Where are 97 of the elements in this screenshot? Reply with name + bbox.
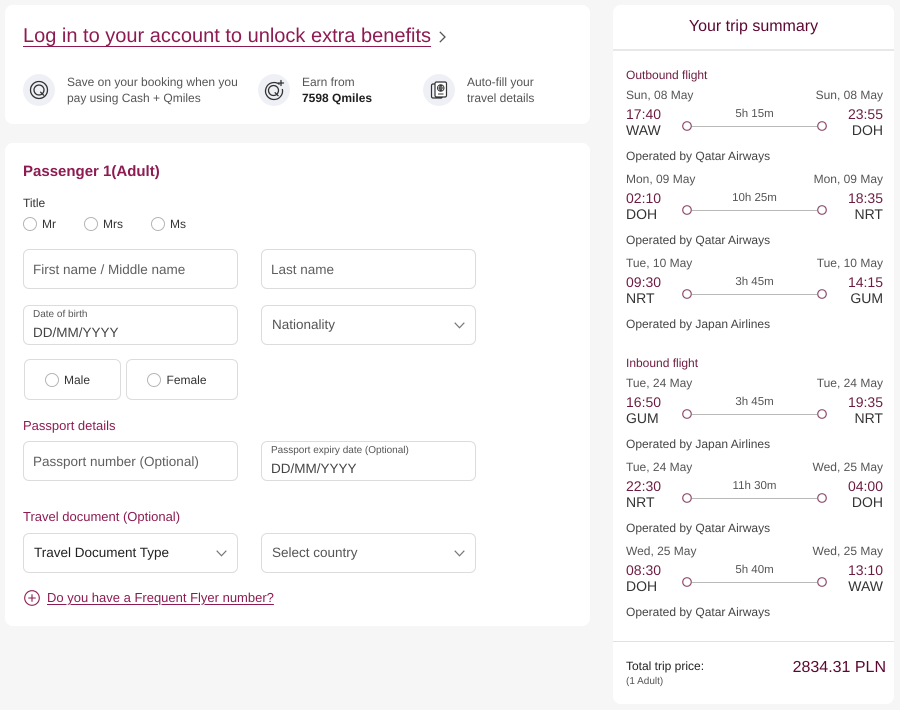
frequent-flyer-link[interactable]: Do you have a Frequent Flyer number? [47, 589, 274, 607]
arrival-time: 19:35 [848, 394, 883, 410]
departure-date: Sun, 08 May [626, 87, 694, 103]
destination-code: WAW [848, 578, 883, 594]
route-node-icon [817, 289, 827, 299]
route-node-icon [682, 577, 692, 587]
text-field[interactable]: Last name [261, 249, 476, 289]
origin-code: GUM [626, 410, 659, 426]
plus-circle-icon [24, 590, 40, 606]
duration-text: 5h 15m [735, 108, 774, 121]
arrival-date: Sun, 08 May [816, 87, 883, 103]
benefit-text: Save on your booking when you pay using Cash + Qmiles [67, 74, 239, 106]
departure-date: Tue, 24 May [626, 375, 692, 391]
arrival-date: Wed, 25 May [812, 459, 883, 475]
passport-icon [423, 74, 455, 106]
section-heading: Passport details [23, 417, 116, 435]
departure-time: 08:30 [626, 562, 662, 578]
origin-code: DOH [626, 578, 658, 594]
duration-text: 5h 40m [735, 564, 774, 577]
summary-title: Your trip summary [688, 17, 818, 37]
departure-date: Mon, 09 May [626, 171, 696, 187]
title-radio[interactable]: Mrs [84, 216, 123, 232]
departure-time: 16:50 [626, 394, 662, 410]
gender-option[interactable]: Male [24, 359, 121, 400]
route-node-icon [817, 577, 827, 587]
arrival-time: 04:00 [848, 478, 883, 494]
benefit-highlight: 7598 Qmiles [302, 90, 374, 106]
arrival-time: 14:15 [848, 274, 883, 290]
total-label: Total trip price: [626, 658, 704, 674]
passenger-heading: Passenger 1(Adult) [23, 162, 161, 182]
duration-text: 3h 45m [735, 276, 774, 289]
departure-date: Tue, 10 May [626, 255, 692, 271]
destination-code: NRT [854, 410, 883, 426]
q-circle-icon [23, 74, 55, 106]
chevron-down-icon [216, 550, 227, 556]
origin-code: NRT [626, 494, 655, 510]
field-label: Passport expiry date (Optional) [271, 445, 409, 457]
title-label: Title [23, 195, 46, 211]
route-node-icon [817, 409, 827, 419]
operator-text: Operated by Japan Airlines [626, 316, 772, 332]
chevron-right-icon [439, 31, 446, 43]
arrival-date: Mon, 09 May [814, 171, 883, 187]
text-field[interactable]: Passport number (Optional) [23, 441, 238, 481]
route-node-icon [682, 205, 692, 215]
departure-time: 02:10 [626, 190, 662, 206]
chevron-down-icon [454, 322, 465, 328]
origin-code: NRT [626, 290, 655, 306]
journey-heading: Inbound flight [626, 355, 700, 371]
origin-code: WAW [626, 122, 661, 138]
route-node-icon [817, 493, 827, 503]
departure-time: 17:40 [626, 106, 662, 122]
benefit-text: Earn from [302, 74, 356, 90]
route-node-icon [682, 121, 692, 131]
departure-date: Wed, 25 May [626, 543, 696, 559]
arrival-time: 23:55 [848, 106, 883, 122]
departure-date: Tue, 24 May [626, 459, 692, 475]
arrival-time: 18:35 [848, 190, 883, 206]
origin-code: DOH [626, 206, 658, 222]
q-plus-icon [258, 74, 290, 106]
arrival-date: Wed, 25 May [812, 543, 883, 559]
arrival-date: Tue, 10 May [816, 255, 883, 271]
arrival-time: 13:10 [848, 562, 883, 578]
journey-heading: Outbound flight [626, 67, 708, 83]
route-node-icon [682, 289, 692, 299]
operator-text: Operated by Qatar Airways [626, 148, 772, 164]
destination-code: NRT [854, 206, 883, 222]
total-price: 2834.31 PLN [792, 658, 886, 678]
destination-code: DOH [852, 494, 883, 510]
duration-text: 11h 30m [732, 480, 776, 493]
section-heading: Travel document (Optional) [23, 508, 182, 526]
route-node-icon [817, 121, 827, 131]
title-radio[interactable]: Ms [151, 216, 186, 232]
operator-text: Operated by Qatar Airways [626, 232, 772, 248]
departure-time: 09:30 [626, 274, 662, 290]
title-radio[interactable]: Mr [23, 216, 56, 232]
passenger-count: (1 Adult) [626, 676, 664, 688]
dropdown[interactable]: Select country [261, 533, 476, 573]
benefit-text: Auto-fill your travel details [467, 74, 536, 106]
operator-text: Operated by Qatar Airways [626, 520, 772, 536]
route-node-icon [817, 205, 827, 215]
destination-code: DOH [852, 122, 883, 138]
route-node-icon [682, 409, 692, 419]
operator-text: Operated by Qatar Airways [626, 604, 772, 620]
route-node-icon [682, 493, 692, 503]
gender-option[interactable]: Female [126, 359, 238, 400]
login-link[interactable]: Log in to your account to unlock extra benefits [23, 22, 432, 50]
field-label: Date of birth [33, 309, 88, 321]
dropdown[interactable]: Travel Document Type [23, 533, 238, 573]
dropdown[interactable]: Nationality [261, 305, 476, 345]
destination-code: GUM [850, 290, 883, 306]
duration-text: 3h 45m [735, 396, 774, 409]
text-field[interactable]: First name / Middle name [23, 249, 238, 289]
duration-text: 10h 25m [732, 192, 777, 205]
chevron-down-icon [454, 550, 465, 556]
arrival-date: Tue, 24 May [816, 375, 883, 391]
operator-text: Operated by Japan Airlines [626, 436, 772, 452]
departure-time: 22:30 [626, 478, 662, 494]
